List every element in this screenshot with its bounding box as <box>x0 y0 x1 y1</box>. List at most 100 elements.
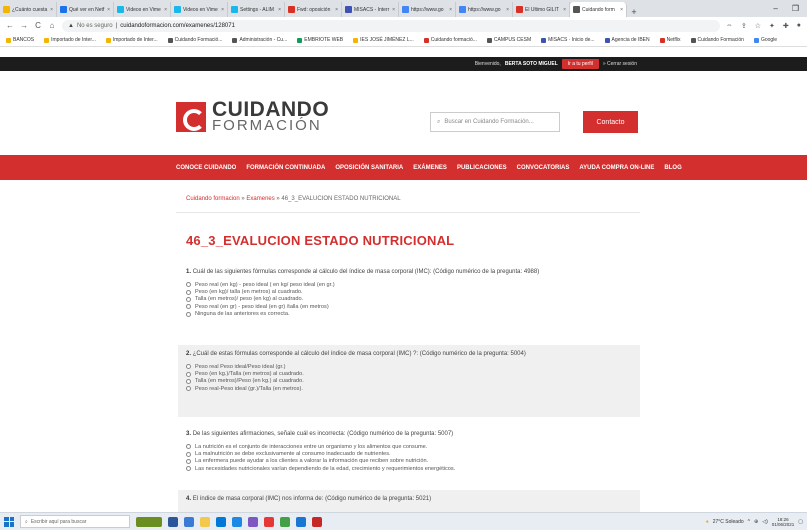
reload-icon[interactable]: C <box>34 21 42 30</box>
logout-link[interactable]: » Cerrar sesión <box>603 61 637 67</box>
app-icon[interactable] <box>248 516 258 527</box>
answer-option[interactable]: Peso real-Peso ideal (gr.)/Talla (en met… <box>186 385 632 392</box>
new-tab-button[interactable]: + <box>627 7 641 17</box>
bookmark-item[interactable]: MISACS · Inicio de... <box>541 37 595 43</box>
browser-tab[interactable]: Fwd: oposición × <box>285 2 342 17</box>
nav-item[interactable]: EXÁMENES <box>413 165 447 171</box>
answer-option[interactable]: La malnutrición se debe exclusivamente a… <box>186 450 632 457</box>
bookmark-item[interactable]: Cuidando Formación <box>690 37 744 43</box>
answer-radio[interactable] <box>186 378 191 384</box>
tab-close-icon[interactable]: × <box>506 7 509 13</box>
tab-close-icon[interactable]: × <box>50 7 53 13</box>
url-field[interactable]: ▲ No es seguro | cuidandoformacion.com/e… <box>62 19 720 32</box>
answer-option[interactable]: Talla (en metros)/Peso (en kg.) al cuadr… <box>186 378 632 385</box>
tab-close-icon[interactable]: × <box>164 7 167 13</box>
site-search-input[interactable]: ⌕ Buscar en Cuidando Formación... <box>430 112 560 132</box>
answer-radio[interactable] <box>186 311 191 317</box>
answer-option[interactable]: Peso real (en kg) - peso ideal ( en kg/ … <box>186 281 632 288</box>
answer-radio[interactable] <box>186 466 191 472</box>
breadcrumb-home[interactable]: Cuidando formacion <box>186 196 240 202</box>
browser-tab[interactable]: MISACS - Interr × <box>342 2 399 17</box>
tab-close-icon[interactable]: × <box>221 7 224 13</box>
answer-radio[interactable] <box>186 386 191 392</box>
nav-item[interactable]: AYUDA COMPRA ON-LINE <box>579 165 654 171</box>
bookmark-item[interactable]: Importado de Inter... <box>44 37 96 43</box>
star-icon[interactable]: ☆ <box>755 22 761 30</box>
bookmark-item[interactable]: EMBRIOTE WEB <box>297 37 343 43</box>
bookmark-item[interactable]: CAMPUS CESM <box>486 37 531 43</box>
browser-tab[interactable]: ¿Cuánto cuesta × <box>0 2 57 17</box>
answer-option[interactable]: Peso (en kg.)/Talla (en metros) al cuadr… <box>186 370 632 377</box>
answer-option[interactable]: Talla (en metros)/ peso (en kg) al cuadr… <box>186 296 632 303</box>
answer-radio[interactable] <box>186 371 191 377</box>
edge-icon[interactable] <box>296 516 306 527</box>
answer-radio[interactable] <box>186 458 191 464</box>
tab-close-icon[interactable]: × <box>392 7 395 13</box>
answer-radio[interactable] <box>186 296 191 302</box>
answer-radio[interactable] <box>186 289 191 295</box>
nav-item[interactable]: CONOCE CUIDANDO <box>176 165 236 171</box>
bookmark-item[interactable]: Administración - Cu... <box>232 37 287 43</box>
tab-close-icon[interactable]: × <box>107 7 110 13</box>
home-icon[interactable]: ⌂ <box>48 21 56 30</box>
minimize-icon[interactable]: – <box>773 4 777 13</box>
bookmark-item[interactable]: Agencia de IBEN <box>604 37 650 43</box>
answer-option[interactable]: Peso real Peso ideal/Peso ideal (gr.) <box>186 363 632 370</box>
clock[interactable]: 18:26 01/06/2021 <box>772 517 795 527</box>
browser-tab[interactable]: Qué ver en Netf × <box>57 2 114 17</box>
chrome-icon[interactable] <box>280 516 290 527</box>
tab-close-icon[interactable]: × <box>563 7 566 13</box>
answer-option[interactable]: La enfermera puede ayudar a los clientes… <box>186 458 632 465</box>
install-icon[interactable]: ⇔ <box>726 22 733 30</box>
file-explorer-icon[interactable] <box>184 516 194 527</box>
answer-option[interactable]: Peso (en kg)/ talla (en metros) al cuadr… <box>186 288 632 295</box>
task-view-icon[interactable] <box>168 516 178 527</box>
taskbar-search[interactable]: ⌕ Escribir aquí para buscar <box>20 515 130 528</box>
bookmark-item[interactable]: BANCOS <box>6 37 34 43</box>
bookmark-item[interactable]: Cuidando formació... <box>423 37 477 43</box>
store-icon[interactable] <box>216 516 226 527</box>
weather-widget-icon[interactable] <box>136 516 162 527</box>
answer-option[interactable]: Ninguna de las anteriores es correcta. <box>186 311 632 318</box>
windows-start-icon[interactable] <box>4 516 14 527</box>
pdf-icon[interactable] <box>312 516 322 527</box>
tab-close-icon[interactable]: × <box>620 7 623 13</box>
answer-radio[interactable] <box>186 444 191 450</box>
answer-radio[interactable] <box>186 282 191 288</box>
browser-tab[interactable]: Videos en Vime × <box>114 2 171 17</box>
forward-icon[interactable]: → <box>20 21 28 30</box>
tab-close-icon[interactable]: × <box>278 7 281 13</box>
nav-item[interactable]: PUBLICACIONES <box>457 165 507 171</box>
puzzle-icon[interactable]: ✚ <box>783 22 789 30</box>
browser-tab[interactable]: Cuidando form × <box>570 2 627 17</box>
browser-tab[interactable]: Settings - ALIM × <box>228 2 285 17</box>
nav-item[interactable]: CONVOCATORIAS <box>517 165 570 171</box>
extension-icon[interactable]: ✦ <box>769 22 775 30</box>
folder-icon[interactable] <box>200 516 210 527</box>
maximize-icon[interactable]: ❐ <box>792 4 799 13</box>
tab-close-icon[interactable]: × <box>335 7 338 13</box>
share-icon[interactable]: ⇪ <box>741 22 747 30</box>
browser-tab[interactable]: https://www.go × <box>399 2 456 17</box>
answer-radio[interactable] <box>186 364 191 370</box>
volume-icon[interactable]: ◁) <box>762 519 768 525</box>
bookmark-item[interactable]: Netflix <box>659 37 681 43</box>
answer-radio[interactable] <box>186 304 191 310</box>
bookmark-item[interactable]: IES JOSÉ JIMÉNEZ L... <box>353 37 414 43</box>
notifications-icon[interactable]: ▢ <box>798 519 803 525</box>
browser-tab[interactable]: Videos en Vime × <box>171 2 228 17</box>
contact-button[interactable]: Contacto <box>583 111 638 133</box>
tab-close-icon[interactable]: × <box>449 7 452 13</box>
profile-button[interactable]: Ir a tu perfil <box>561 59 599 69</box>
network-icon[interactable]: ⊕ <box>754 519 758 525</box>
answer-option[interactable]: Las necesidades nutricionales varían dep… <box>186 465 632 472</box>
browser-tab[interactable]: El Último GILIT × <box>513 2 570 17</box>
tray-chevron-icon[interactable]: ^ <box>748 519 750 525</box>
breadcrumb-section[interactable]: Examenes <box>246 196 274 202</box>
bookmark-item[interactable]: Google <box>753 37 777 43</box>
answer-radio[interactable] <box>186 451 191 457</box>
powerpoint-icon[interactable] <box>264 516 274 527</box>
mail-icon[interactable] <box>232 516 242 527</box>
nav-item[interactable]: OPOSICIÓN SANITARIA <box>335 165 403 171</box>
nav-item[interactable]: FORMACIÓN CONTINUADA <box>246 165 325 171</box>
